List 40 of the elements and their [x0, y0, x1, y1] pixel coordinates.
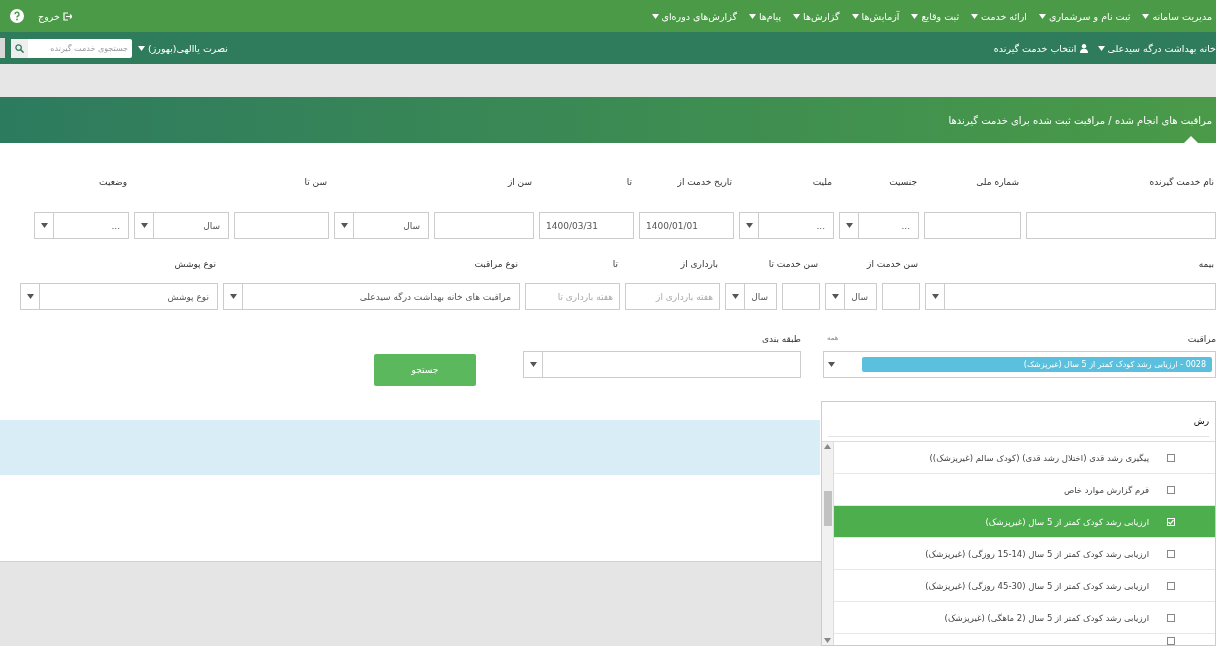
text-field[interactable]: هفته بارداری تا [525, 283, 620, 310]
client-search-field[interactable]: جستجوی خدمت گیرنده [11, 38, 132, 58]
care-option[interactable]: پیگیری رشد قدی (اختلال رشد قدی) (کودک سالم (غیرپزشک)) [834, 442, 1215, 474]
field-label: ملیت [811, 177, 833, 187]
user-menu[interactable]: نصرت یاالهی(بهورز) [138, 42, 228, 54]
select-field[interactable]: نوع پوشش [20, 283, 218, 310]
text-field[interactable]: هفته بارداری از [625, 283, 720, 310]
page-title: مراقبت های انجام شده / مراقبت ثبت شده برای خدمت گیرندها [948, 114, 1212, 126]
select-field[interactable]: سال [334, 212, 429, 239]
care-option[interactable]: ارزیابی رشد کودک کمتر از 5 سال (14-15 روزگی) (غیرپزشک) [834, 538, 1215, 570]
select-field[interactable]: مراقبت های خانه بهداشت درگه سیدعلی [223, 283, 520, 310]
field-label: طبقه بندی [761, 334, 801, 344]
field-label: نام خدمت گیرنده [1148, 177, 1215, 187]
field-label: تا [625, 177, 633, 187]
facility-menu[interactable]: خانه بهداشت درگه سیدعلی [1097, 42, 1216, 54]
field-label: سن تا [303, 177, 328, 187]
field-label: وضعیت [98, 177, 128, 187]
care-option[interactable]: ارزیابی رشد کودک کمتر از 5 سال (30-45 روزگی) (غیرپزشک) [834, 570, 1215, 602]
field-label: شماره ملی [975, 177, 1020, 187]
field-label: نوع پوشش [173, 259, 217, 269]
field-label: تا [611, 259, 619, 269]
field-label: مراقبت [1187, 334, 1216, 344]
select-field[interactable]: ... [739, 212, 834, 239]
select-client-link[interactable]: انتخاب خدمت گیرنده [993, 42, 1088, 54]
field-label: سن خدمت از [865, 259, 919, 269]
select-field[interactable]: ... [839, 212, 919, 239]
field-label: سن خدمت تا [767, 259, 819, 269]
select-field[interactable]: ... [34, 212, 129, 239]
field-label: بیمه [1197, 259, 1215, 269]
select-field[interactable]: سال [725, 283, 777, 310]
field-label: بارداری از [679, 259, 719, 269]
care-option[interactable]: ارزیابی رشد کودک کمتر از 5 سال (2 ماهگی) (غیرپزشک) [834, 602, 1215, 634]
field-label: نوع مراقبت [473, 259, 519, 269]
input-field[interactable]: 1400/01/01 [639, 212, 734, 239]
select-field[interactable]: سال [825, 283, 877, 310]
input-field[interactable]: 1400/03/31 [539, 212, 634, 239]
field-label: سن از [506, 177, 533, 187]
field-label: جنسیت [888, 177, 918, 187]
field-label: تاریخ خدمت از [676, 177, 733, 187]
select-field[interactable]: سال [134, 212, 229, 239]
